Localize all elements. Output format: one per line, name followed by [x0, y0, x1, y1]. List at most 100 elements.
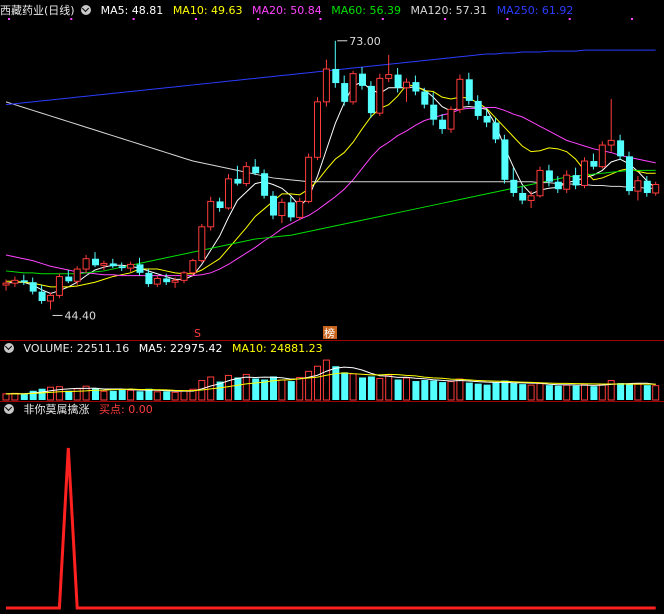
candlestick-chart[interactable]: 73.00 44.40 S 榜	[0, 0, 664, 340]
volume-bar	[456, 378, 464, 401]
candle	[617, 140, 625, 157]
candle	[626, 156, 633, 192]
candle	[11, 279, 19, 284]
indicator-chart[interactable]	[0, 418, 664, 614]
candle	[216, 201, 224, 208]
signal-dot	[568, 18, 571, 20]
candle	[163, 278, 171, 283]
volume-bar	[136, 391, 144, 400]
candle	[100, 262, 108, 266]
low-price-label: 44.40	[65, 309, 97, 322]
volume-bar	[20, 394, 28, 400]
candle	[403, 81, 410, 89]
candle	[412, 82, 420, 92]
volume-bar	[412, 381, 420, 400]
candle	[545, 170, 553, 182]
candle	[252, 166, 260, 174]
volume-bar	[483, 384, 491, 400]
candle	[474, 100, 482, 116]
candle	[278, 201, 286, 217]
candle	[322, 68, 330, 103]
candle	[394, 74, 402, 88]
candle	[82, 258, 90, 270]
volume-label: VOLUME: 22511.16	[23, 342, 130, 355]
candle	[421, 91, 429, 105]
volume-bar	[607, 380, 615, 401]
candle	[261, 173, 269, 196]
candle	[171, 279, 179, 283]
volume-bar	[359, 377, 366, 400]
volume-bar	[474, 383, 482, 400]
volume-bar	[527, 384, 535, 401]
volume-bar	[287, 381, 295, 400]
chevron-down-icon[interactable]	[4, 404, 14, 414]
candle	[634, 180, 642, 192]
volume-bar	[394, 379, 402, 400]
volume-bar	[643, 385, 651, 400]
volume-bar	[127, 389, 135, 401]
volume-bar	[501, 380, 509, 400]
volume-bar	[163, 391, 171, 400]
candle	[234, 178, 242, 184]
volume-bar	[100, 390, 108, 401]
candle	[92, 258, 99, 266]
candle	[563, 174, 571, 190]
volume-bar	[598, 384, 606, 401]
volume-bar	[47, 386, 54, 401]
signal-dot	[132, 18, 135, 20]
candle	[145, 272, 153, 285]
volume-bar	[305, 370, 313, 401]
volume-bar	[367, 376, 375, 400]
sell-marker: S	[194, 327, 201, 340]
volume-bar	[519, 384, 527, 400]
candle	[483, 115, 491, 123]
volume-bar	[332, 366, 340, 400]
volume-bar	[447, 381, 455, 401]
volume-bar	[572, 385, 580, 400]
candle	[270, 195, 277, 216]
volume-bar	[278, 379, 286, 401]
candle	[447, 108, 455, 130]
candle	[29, 282, 37, 292]
candle	[607, 139, 615, 146]
candle	[430, 104, 438, 120]
candle	[189, 260, 197, 274]
candle	[180, 272, 188, 281]
candle	[242, 166, 250, 185]
candle	[598, 144, 606, 168]
volume-bar	[153, 391, 161, 401]
candle	[456, 78, 464, 110]
volume-bar	[563, 384, 571, 401]
volume-bar	[38, 388, 46, 400]
volume-bar	[465, 382, 473, 400]
volume-bar	[73, 388, 81, 401]
volume-bar	[314, 365, 321, 401]
volume-bar	[617, 383, 625, 400]
candle	[385, 74, 393, 79]
volume-bar	[11, 392, 19, 401]
volume-ma10-label: MA10: 24881.23	[231, 342, 323, 355]
candle	[501, 139, 509, 180]
indicator-header: 非你莫属擒涨 买点: 0.00	[0, 402, 159, 418]
candle	[225, 178, 232, 209]
candle	[643, 180, 651, 193]
volume-bar	[581, 383, 588, 401]
candle	[652, 184, 660, 194]
candle	[536, 169, 544, 197]
volume-bar	[322, 359, 330, 401]
volume-bar	[385, 374, 393, 401]
volume-chart[interactable]	[0, 355, 664, 401]
signal-dot	[381, 18, 384, 20]
volume-bar	[234, 377, 242, 400]
volume-bar	[376, 378, 384, 401]
candle	[376, 77, 384, 114]
candle	[136, 264, 144, 273]
volume-bar	[29, 390, 37, 400]
volume-bar	[2, 393, 10, 401]
volume-bar	[554, 385, 562, 400]
volume-bar	[421, 380, 429, 400]
volume-bar	[296, 376, 304, 401]
volume-bar	[270, 376, 277, 400]
chevron-down-icon[interactable]	[4, 343, 14, 353]
signal-dot	[444, 18, 447, 20]
